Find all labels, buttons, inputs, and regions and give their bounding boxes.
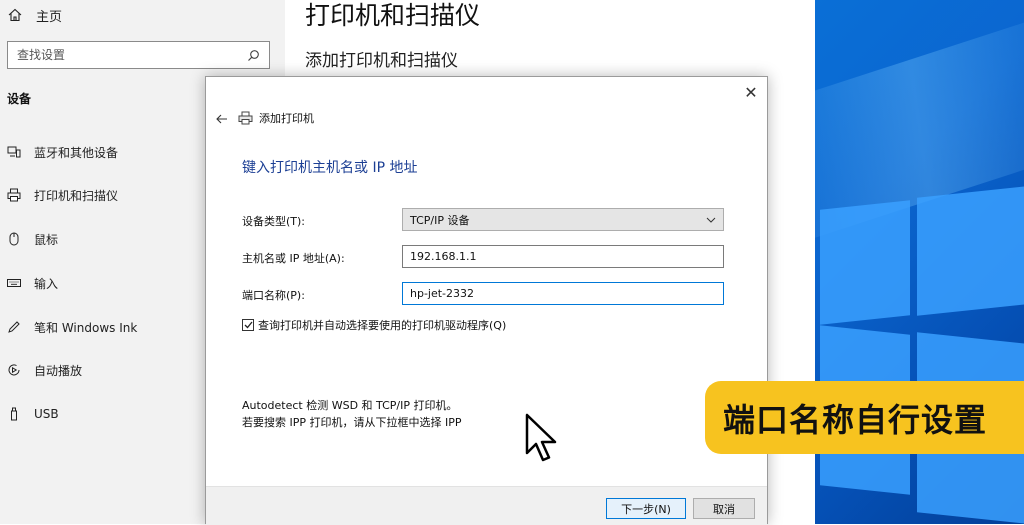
printer-icon	[7, 188, 21, 202]
port-name-field[interactable]	[402, 282, 724, 305]
cancel-button[interactable]: 取消	[693, 498, 755, 519]
search-box[interactable]	[7, 41, 270, 69]
sidebar-item-label: 蓝牙和其他设备	[34, 145, 119, 160]
autoplay-icon	[7, 363, 21, 377]
dialog-title-text: 添加打印机	[259, 112, 314, 125]
hostname-label: 主机名或 IP 地址(A):	[242, 252, 345, 265]
next-button[interactable]: 下一步(N)	[606, 498, 686, 519]
page-title: 打印机和扫描仪	[305, 1, 481, 30]
home-icon	[8, 8, 22, 22]
mouse-cursor-icon	[525, 413, 557, 462]
mouse-icon	[7, 232, 21, 246]
query-printer-option[interactable]: 查询打印机并自动选择要使用的打印机驱动程序(Q)	[242, 317, 506, 333]
home-label: 主页	[36, 9, 63, 25]
add-printer-dialog: ✕ 添加打印机 键入打印机主机名或 IP 地址 设备类型(T): TCP/IP …	[205, 76, 768, 525]
search-icon[interactable]	[247, 49, 260, 62]
device-type-select[interactable]: TCP/IP 设备	[402, 208, 724, 231]
close-button[interactable]: ✕	[736, 80, 766, 104]
hostname-field[interactable]	[402, 245, 724, 268]
search-input[interactable]	[17, 48, 247, 62]
autodetect-info: Autodetect 检测 WSD 和 TCP/IP 打印机。	[242, 399, 458, 412]
hostname-input[interactable]	[410, 250, 716, 263]
caption-text: 端口名称自行设置	[723, 400, 988, 439]
sidebar-item-label: USB	[34, 407, 59, 421]
port-name-input[interactable]	[410, 287, 716, 300]
close-icon: ✕	[744, 82, 758, 102]
sidebar-item-label: 笔和 Windows Ink	[34, 320, 138, 335]
sidebar-item-label: 输入	[34, 276, 59, 291]
printer-icon	[238, 111, 253, 125]
ipp-info: 若要搜索 IPP 打印机，请从下拉框中选择 IPP	[242, 416, 462, 429]
port-name-label: 端口名称(P):	[242, 289, 305, 302]
keyboard-icon	[7, 276, 21, 290]
back-button[interactable]	[213, 110, 231, 128]
caption-banner: 端口名称自行设置	[705, 381, 1024, 454]
windows-logo-pane	[917, 186, 1024, 316]
chevron-down-icon	[706, 217, 716, 223]
sidebar-item-label: 打印机和扫描仪	[34, 188, 119, 203]
device-type-label: 设备类型(T):	[242, 215, 306, 228]
sidebar-item-label: 自动播放	[34, 363, 83, 378]
query-printer-checkbox[interactable]	[242, 319, 254, 331]
dialog-heading: 键入打印机主机名或 IP 地址	[242, 160, 418, 176]
dialog-title: 添加打印机	[238, 110, 314, 126]
checkmark-icon	[244, 321, 253, 329]
section-title: 设备	[7, 92, 32, 106]
back-arrow-icon	[216, 114, 227, 124]
windows-logo-pane	[820, 200, 910, 325]
bluetooth-devices-icon	[7, 145, 21, 159]
dialog-footer: 下一步(N) 取消	[206, 486, 767, 525]
sidebar-item-label: 鼠标	[34, 232, 59, 247]
sidebar-item-home[interactable]: 主页	[8, 5, 62, 25]
query-printer-label: 查询打印机并自动选择要使用的打印机驱动程序(Q)	[258, 319, 507, 332]
add-printer-subtitle: 添加打印机和扫描仪	[305, 51, 458, 71]
device-type-value: TCP/IP 设备	[410, 213, 470, 227]
pen-icon	[7, 320, 21, 334]
usb-icon	[7, 407, 21, 421]
